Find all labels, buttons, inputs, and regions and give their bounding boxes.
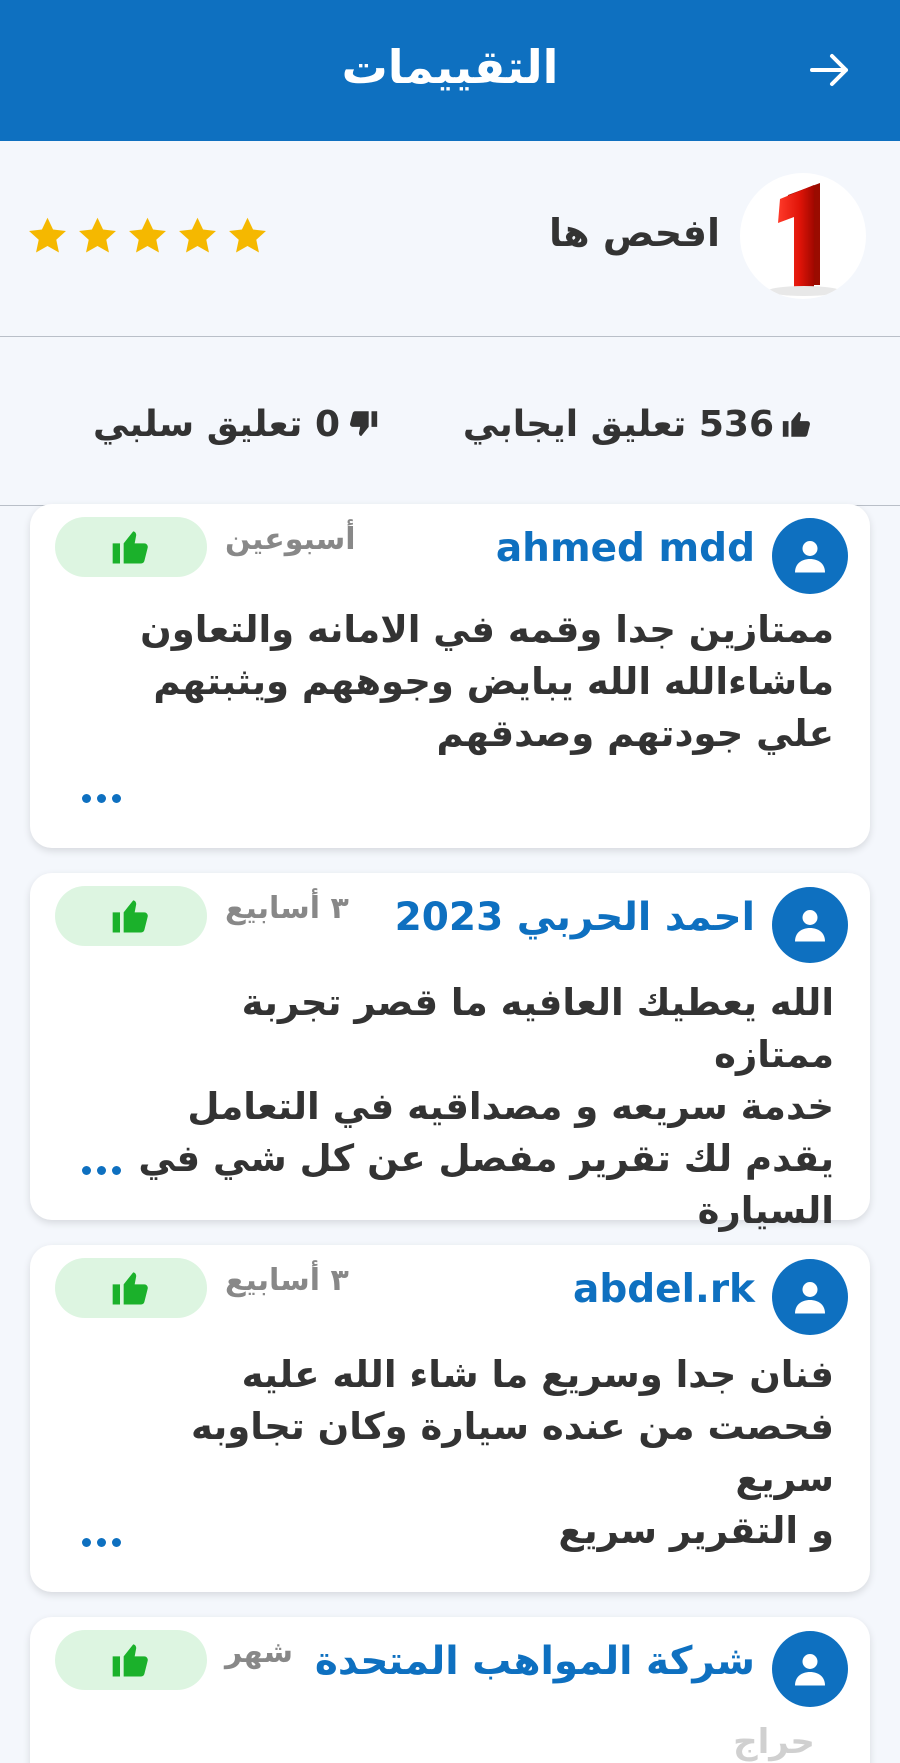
more-options-button[interactable] <box>82 1160 130 1180</box>
star-icon <box>229 217 266 253</box>
star-icon <box>29 217 66 253</box>
thumbs-down-icon <box>350 411 378 437</box>
like-button[interactable] <box>55 1630 207 1690</box>
watermark: حراج <box>733 1722 815 1762</box>
app-header: التقييمات <box>0 0 900 141</box>
rating-stars <box>26 215 269 265</box>
more-options-button[interactable] <box>82 1532 130 1552</box>
avatar <box>772 1631 848 1707</box>
thumbs-up-icon <box>112 531 148 564</box>
review-text: ممتازين جدا وقمه في الامانه والتعاون ماش… <box>140 608 834 755</box>
avatar <box>772 518 848 594</box>
review-card: ahmed mdd أسبوعين ممتازين جدا وقمه في ال… <box>30 504 870 848</box>
avatar <box>772 887 848 963</box>
thumbs-up-icon <box>112 900 148 933</box>
star-icon <box>129 217 166 253</box>
review-card: abdel.rk ٣ أسابيع فنان جدا وسريع ما شاء … <box>30 1245 870 1592</box>
star-icon <box>79 217 116 253</box>
reviewer-name[interactable]: ahmed mdd <box>496 526 755 571</box>
user-icon <box>795 541 825 573</box>
thumbs-up-icon <box>112 1644 148 1677</box>
reviewer-name[interactable]: abdel.rk <box>573 1267 755 1312</box>
review-text: الله يعطيك العافيه ما قصر تجربة ممتازه خ… <box>138 981 834 1232</box>
positive-count-label: 536 تعليق ايجابي <box>462 403 774 445</box>
review-time: ٣ أسابيع <box>225 891 349 926</box>
feedback-counts: 536 تعليق ايجابي 0 تعليق سلبي <box>0 337 900 506</box>
negative-count[interactable]: 0 تعليق سلبي <box>93 399 380 449</box>
business-profile-card: افحص ها <box>0 141 900 337</box>
like-button[interactable] <box>55 886 207 946</box>
user-icon <box>795 1654 825 1686</box>
reviewer-name[interactable]: احمد الحربي 2023 <box>395 895 755 940</box>
review-time: أسبوعين <box>225 522 356 557</box>
reviewer-name[interactable]: شركة المواهب المتحدة <box>315 1639 755 1684</box>
back-button[interactable] <box>800 44 860 96</box>
review-text: فنان جدا وسريع ما شاء الله عليه فحصت من … <box>190 1353 834 1552</box>
business-name: افحص ها <box>549 211 720 255</box>
page-title: التقييمات <box>341 40 559 94</box>
thumbs-up-icon <box>112 1272 148 1305</box>
review-time: ٣ أسابيع <box>225 1263 349 1298</box>
arrow-right-icon <box>810 54 848 86</box>
user-icon <box>795 910 825 942</box>
user-icon <box>795 1282 825 1314</box>
thumbs-up-icon <box>782 411 810 437</box>
positive-count[interactable]: 536 تعليق ايجابي <box>463 399 814 449</box>
negative-count-label: 0 تعليق سلبي <box>92 403 340 445</box>
review-time: شهر <box>225 1635 293 1670</box>
star-icon <box>179 217 216 253</box>
like-button[interactable] <box>55 1258 207 1318</box>
more-options-button[interactable] <box>82 788 130 808</box>
business-logo <box>740 173 866 299</box>
review-card: احمد الحربي 2023 ٣ أسابيع الله يعطيك الع… <box>30 873 870 1232</box>
like-button[interactable] <box>55 517 207 577</box>
avatar <box>772 1259 848 1335</box>
